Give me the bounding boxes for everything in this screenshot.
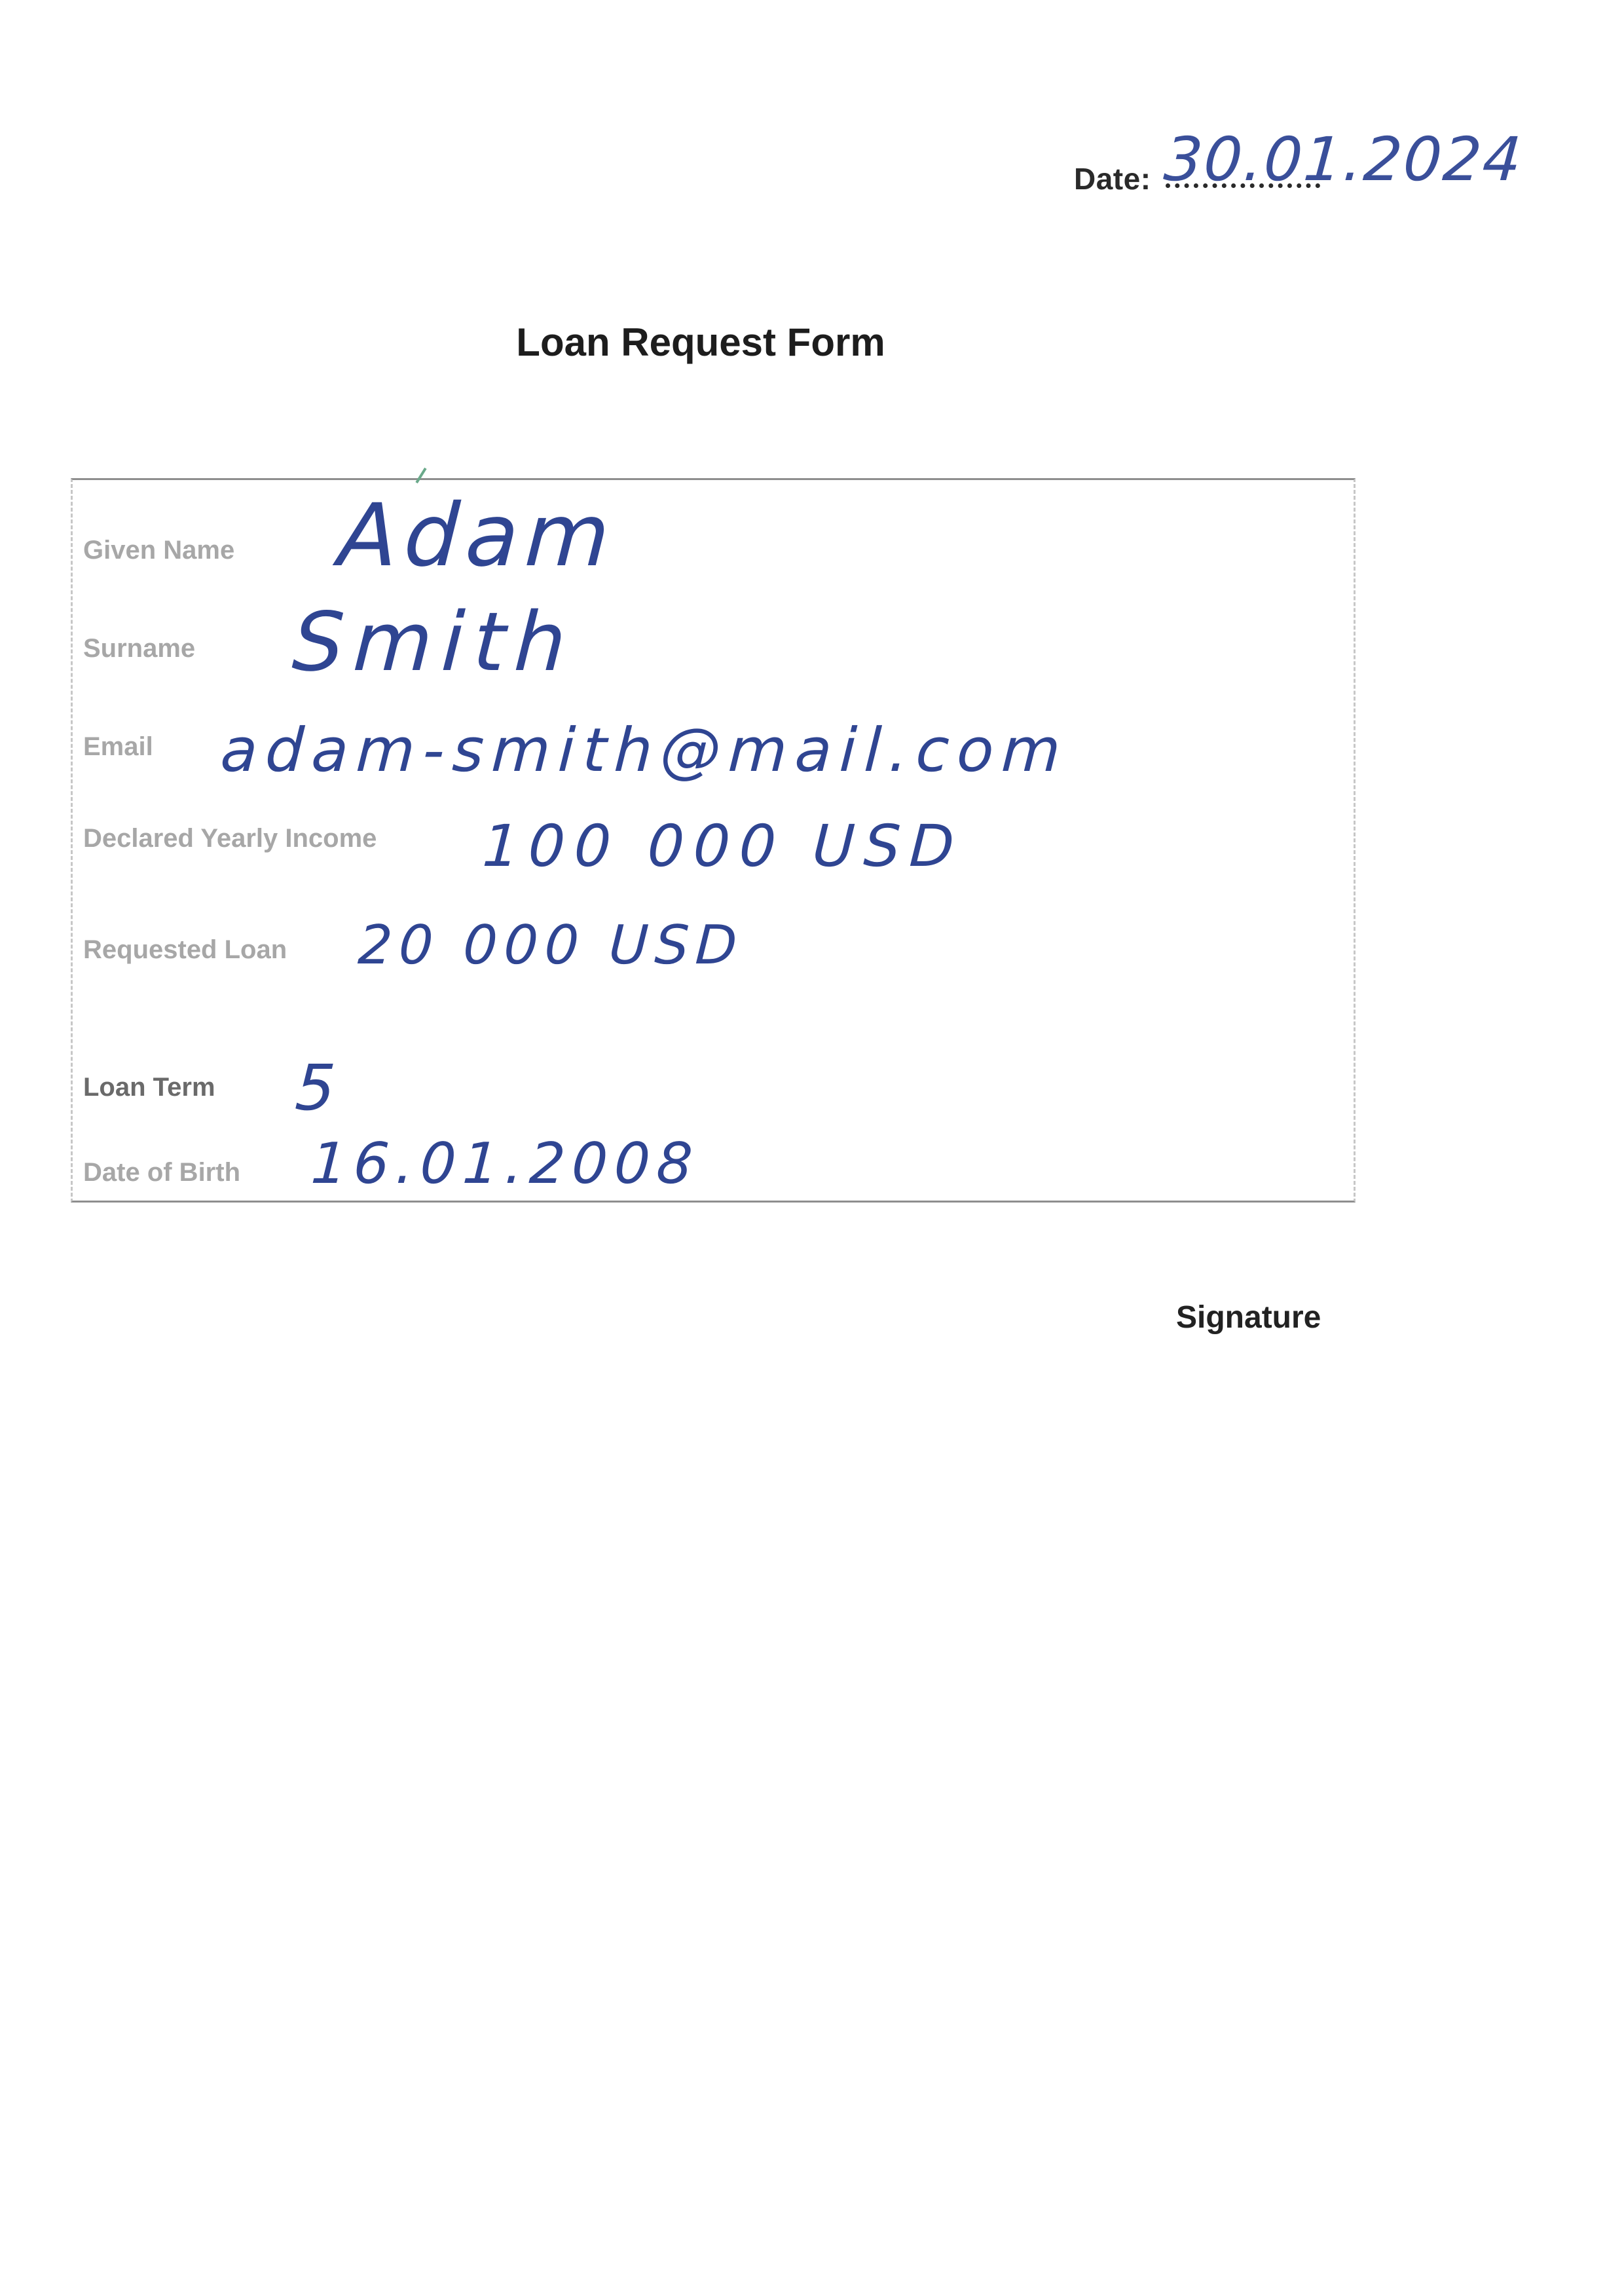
given-name-value: Adam [335, 485, 619, 586]
date-label: Date: [1074, 162, 1151, 196]
declared-yearly-income-label: Declared Yearly Income [83, 824, 377, 853]
field-date-of-birth: Date of Birth 16.01.2008 [83, 1129, 1347, 1197]
pen-tick-mark [415, 467, 427, 484]
signature-label: Signature [1176, 1300, 1321, 1335]
loan-term-label: Loan Term [83, 1073, 215, 1102]
field-surname: Surname Smith [83, 591, 1347, 690]
email-label: Email [83, 732, 153, 761]
form-title: Loan Request Form [516, 320, 885, 364]
date-block: Date: 30.01.2024 [1074, 124, 1525, 207]
field-declared-yearly-income: Declared Yearly Income 100 000 USD [83, 781, 1347, 880]
date-of-birth-value: 16.01.2008 [309, 1131, 701, 1197]
requested-loan-label: Requested Loan [83, 935, 287, 964]
field-email: Email adam-smith@mail.com [83, 690, 1347, 785]
date-value-handwritten: 30.01.2024 [1162, 124, 1525, 195]
loan-form-box: Given Name Adam Surname Smith Email adam… [71, 467, 1356, 1203]
loan-term-value: 5 [293, 1051, 342, 1125]
field-given-name: Given Name Adam [83, 485, 1347, 586]
surname-label: Surname [83, 634, 196, 663]
date-of-birth-label: Date of Birth [83, 1158, 240, 1187]
email-value: adam-smith@mail.com [219, 715, 1071, 785]
given-name-label: Given Name [83, 536, 235, 565]
field-loan-term: Loan Term 5 [83, 1030, 1347, 1125]
surname-value: Smith [290, 595, 578, 690]
requested-loan-value: 20 000 USD [356, 914, 745, 977]
field-requested-loan: Requested Loan 20 000 USD [83, 893, 1347, 977]
declared-yearly-income-value: 100 000 USD [481, 812, 965, 880]
